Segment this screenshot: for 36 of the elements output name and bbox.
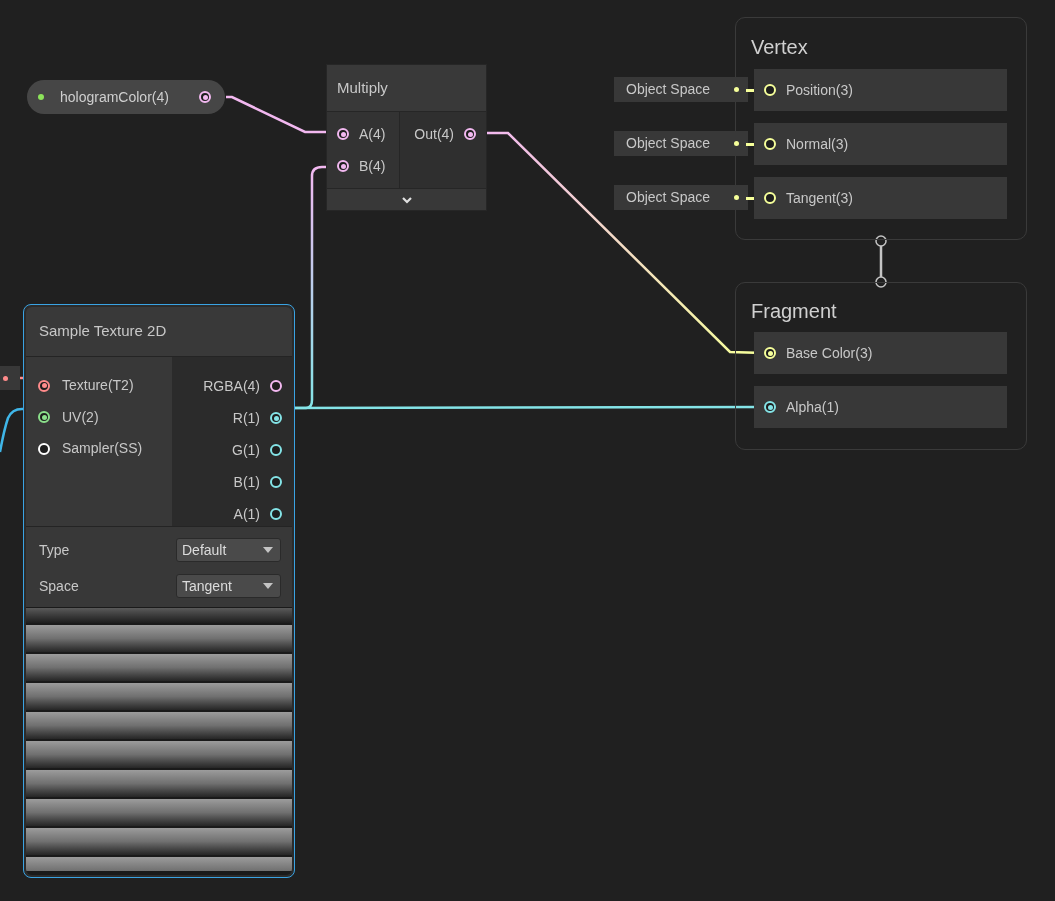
port-label: UV(2)	[62, 407, 99, 427]
setting-label: Type	[39, 540, 70, 560]
property-node[interactable]: hologramColor(4)	[27, 80, 225, 114]
port-label: A(1)	[233, 504, 260, 524]
node-title: Sample Texture 2D	[26, 307, 292, 356]
port-label: B(1)	[233, 472, 260, 492]
port-label: RGBA(4)	[203, 376, 260, 396]
port-label: Texture(T2)	[62, 376, 134, 396]
dropdown[interactable]: Default	[176, 538, 281, 562]
multiply-node[interactable]: Multiply A(4) B(4) Out(4)	[326, 64, 487, 211]
port-label: Out(4)	[414, 124, 454, 144]
sample-texture-node[interactable]: Sample Texture 2D Texture(T2) UV(2) Sampler(SS) RGBA(4) R(1) G(1) B(1) A(1) Type Default Space Tangent	[23, 304, 295, 878]
output-slot[interactable]: Alpha(1)	[754, 386, 1007, 428]
dropdown[interactable]: Tangent	[176, 574, 281, 598]
port-label: B(4)	[359, 156, 386, 176]
output-slot[interactable]: Normal(3)	[754, 123, 1007, 165]
block-title: Vertex	[750, 35, 809, 59]
slot-label: Tangent(3)	[786, 188, 853, 208]
setting-label: Space	[39, 576, 79, 596]
default-value-field[interactable]: Object Space	[614, 131, 748, 156]
block-title: Fragment	[750, 299, 838, 323]
default-value-field[interactable]: Object Space	[614, 77, 748, 102]
slot-label: Base Color(3)	[786, 343, 873, 363]
port-label: G(1)	[232, 440, 260, 460]
port-label: A(4)	[359, 124, 386, 144]
slot-label: Alpha(1)	[786, 397, 839, 417]
port-label: Sampler(SS)	[62, 439, 143, 459]
property-label: hologramColor(4)	[60, 87, 170, 107]
output-slot[interactable]: Tangent(3)	[754, 177, 1007, 219]
slot-label: Position(3)	[786, 80, 853, 100]
default-value-field[interactable]: Object Space	[614, 185, 748, 210]
port-label: R(1)	[232, 408, 260, 428]
node-title: Multiply	[327, 65, 486, 111]
output-slot[interactable]: Position(3)	[754, 69, 1007, 111]
slot-label: Normal(3)	[786, 134, 849, 154]
output-slot[interactable]: Base Color(3)	[754, 332, 1007, 374]
